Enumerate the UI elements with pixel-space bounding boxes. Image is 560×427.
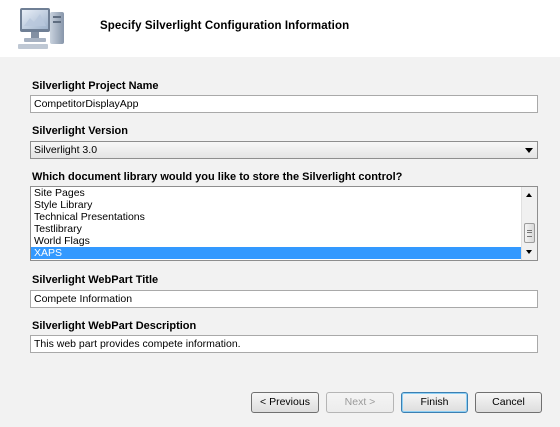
- wizard-header: Specify Silverlight Configuration Inform…: [0, 0, 560, 57]
- webpart-description-label: Silverlight WebPart Description: [32, 320, 197, 332]
- list-item[interactable]: Technical Presentations: [31, 211, 521, 223]
- project-name-input[interactable]: [30, 95, 538, 113]
- library-label: Which document library would you like to…: [32, 171, 403, 183]
- list-item[interactable]: Site Pages: [31, 187, 521, 199]
- scroll-up-icon[interactable]: [526, 193, 532, 197]
- list-item-selected[interactable]: XAPS: [31, 247, 521, 259]
- webpart-title-input[interactable]: [30, 290, 538, 308]
- list-item[interactable]: Testlibrary: [31, 223, 521, 235]
- version-selected-value: Silverlight 3.0: [34, 144, 98, 156]
- list-item[interactable]: World Flags: [31, 235, 521, 247]
- next-button[interactable]: Next >: [326, 392, 394, 413]
- computer-setup-icon: [18, 8, 64, 49]
- project-name-label: Silverlight Project Name: [32, 80, 159, 92]
- version-select[interactable]: Silverlight 3.0: [30, 141, 538, 159]
- scroll-thumb[interactable]: [524, 223, 535, 243]
- webpart-description-input[interactable]: [30, 335, 538, 353]
- previous-button[interactable]: < Previous: [251, 392, 319, 413]
- scroll-down-icon[interactable]: [526, 250, 532, 254]
- cancel-button[interactable]: Cancel: [475, 392, 542, 413]
- list-item[interactable]: Style Library: [31, 199, 521, 211]
- library-listbox[interactable]: Site Pages Style Library Technical Prese…: [30, 186, 538, 261]
- webpart-title-label: Silverlight WebPart Title: [32, 274, 159, 286]
- library-scrollbar[interactable]: [521, 187, 537, 260]
- page-title: Specify Silverlight Configuration Inform…: [100, 20, 350, 32]
- finish-button[interactable]: Finish: [401, 392, 468, 413]
- version-label: Silverlight Version: [32, 125, 128, 137]
- chevron-down-icon[interactable]: [525, 148, 533, 153]
